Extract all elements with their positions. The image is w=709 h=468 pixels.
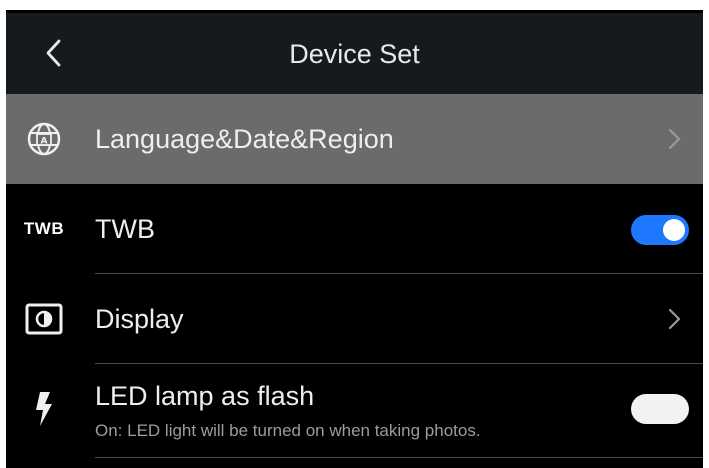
header-bar: Device Set: [6, 13, 703, 94]
setting-label: TWB: [95, 214, 155, 244]
setting-row-display[interactable]: Display: [6, 274, 703, 364]
device-set-screen: Device Set A Language&Date&Region TWB TW…: [6, 10, 703, 468]
setting-row-twb[interactable]: TWB TWB: [6, 184, 703, 274]
display-brightness-icon: [24, 300, 64, 338]
setting-row-language-date-region[interactable]: A Language&Date&Region: [6, 94, 703, 184]
chevron-right-icon: [668, 128, 681, 150]
setting-row-led-flash[interactable]: LED lamp as flash On: LED light will be …: [6, 364, 703, 458]
flash-icon: [24, 390, 64, 428]
globe-language-icon: A: [24, 120, 64, 158]
chevron-right-icon: [668, 308, 681, 330]
setting-description: On: LED light will be turned on when tak…: [95, 421, 481, 440]
setting-label: Display: [95, 304, 184, 334]
row-divider: [95, 457, 703, 458]
led-flash-toggle[interactable]: [631, 394, 689, 424]
toggle-knob: [663, 219, 685, 241]
svg-text:A: A: [41, 137, 48, 147]
twb-toggle[interactable]: [631, 215, 689, 245]
twb-icon: TWB: [24, 210, 64, 248]
page-title: Device Set: [289, 39, 420, 69]
setting-label: LED lamp as flash: [95, 381, 315, 411]
twb-icon-label: TWB: [23, 219, 65, 238]
toggle-knob: [635, 398, 657, 420]
setting-label: Language&Date&Region: [95, 124, 394, 154]
